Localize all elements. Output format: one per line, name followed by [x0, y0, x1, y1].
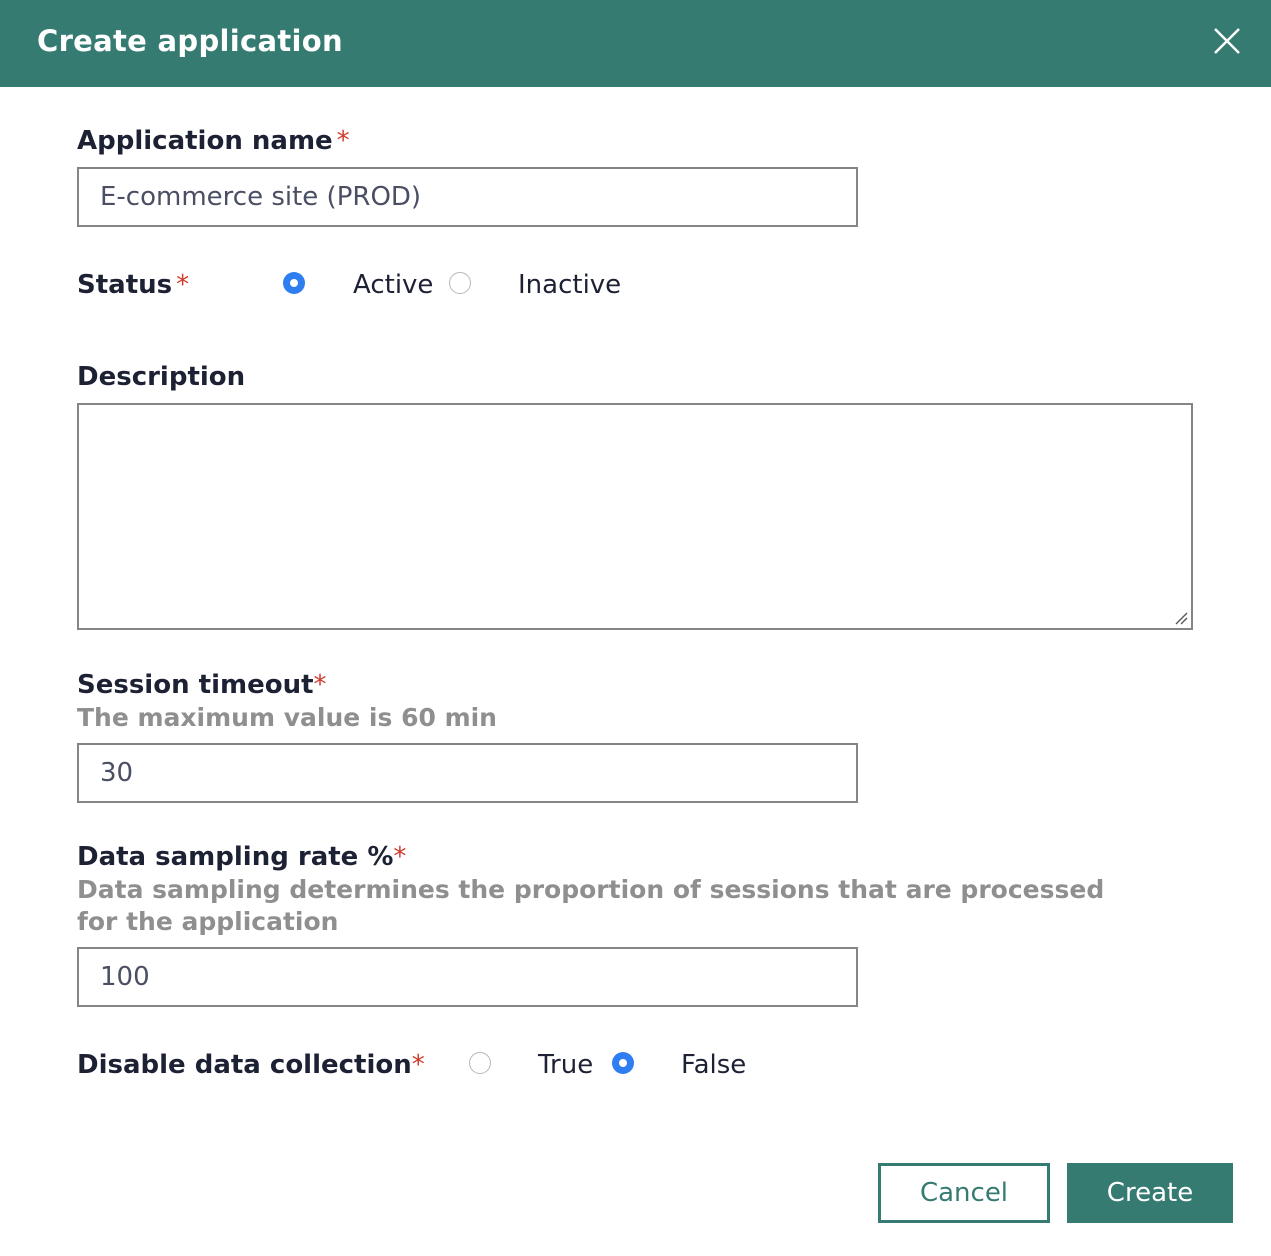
description-textarea[interactable] — [77, 403, 1193, 630]
disable-false-radio[interactable] — [612, 1052, 634, 1074]
sampling-rate-hint: Data sampling determines the proportion … — [77, 875, 1105, 936]
status-label-text: Status — [77, 270, 173, 300]
required-mark: * — [176, 270, 190, 300]
status-inactive-radio[interactable] — [449, 272, 471, 294]
sampling-rate-value: 100 — [100, 962, 150, 992]
create-button[interactable]: Create — [1067, 1163, 1233, 1223]
session-timeout-label: Session timeout* — [77, 670, 327, 700]
app-name-label-text: Application name — [77, 126, 333, 156]
close-button[interactable] — [1206, 20, 1248, 62]
dialog-header: Create application — [0, 0, 1271, 87]
dialog-title: Create application — [37, 24, 343, 58]
session-timeout-input[interactable]: 30 — [77, 743, 858, 803]
close-icon — [1214, 28, 1240, 54]
required-mark: * — [411, 1050, 425, 1080]
required-mark: * — [336, 126, 350, 156]
sampling-rate-label: Data sampling rate %* — [77, 842, 406, 872]
required-mark: * — [313, 670, 327, 700]
disable-false-label[interactable]: False — [681, 1050, 746, 1080]
description-label: Description — [77, 362, 246, 392]
sampling-rate-input[interactable]: 100 — [77, 947, 858, 1007]
status-active-label[interactable]: Active — [353, 270, 433, 300]
session-timeout-value: 30 — [100, 758, 134, 788]
disable-true-label[interactable]: True — [538, 1050, 593, 1080]
sampling-rate-label-text: Data sampling rate % — [77, 842, 394, 872]
disable-collection-label: Disable data collection* — [77, 1050, 425, 1080]
status-inactive-label[interactable]: Inactive — [518, 270, 621, 300]
disable-true-radio[interactable] — [469, 1052, 491, 1074]
cancel-button[interactable]: Cancel — [878, 1163, 1050, 1223]
disable-collection-label-text: Disable data collection — [77, 1050, 412, 1080]
status-label: Status * — [77, 270, 189, 300]
app-name-label: Application name * — [77, 126, 350, 156]
app-name-input[interactable]: E-commerce site (PROD) — [77, 167, 858, 227]
session-timeout-hint: The maximum value is 60 min — [77, 703, 497, 732]
resize-grip-icon[interactable] — [1174, 611, 1188, 625]
required-mark: * — [393, 842, 407, 872]
app-name-value: E-commerce site (PROD) — [100, 182, 422, 212]
session-timeout-label-text: Session timeout — [77, 670, 314, 700]
status-active-radio[interactable] — [283, 272, 305, 294]
